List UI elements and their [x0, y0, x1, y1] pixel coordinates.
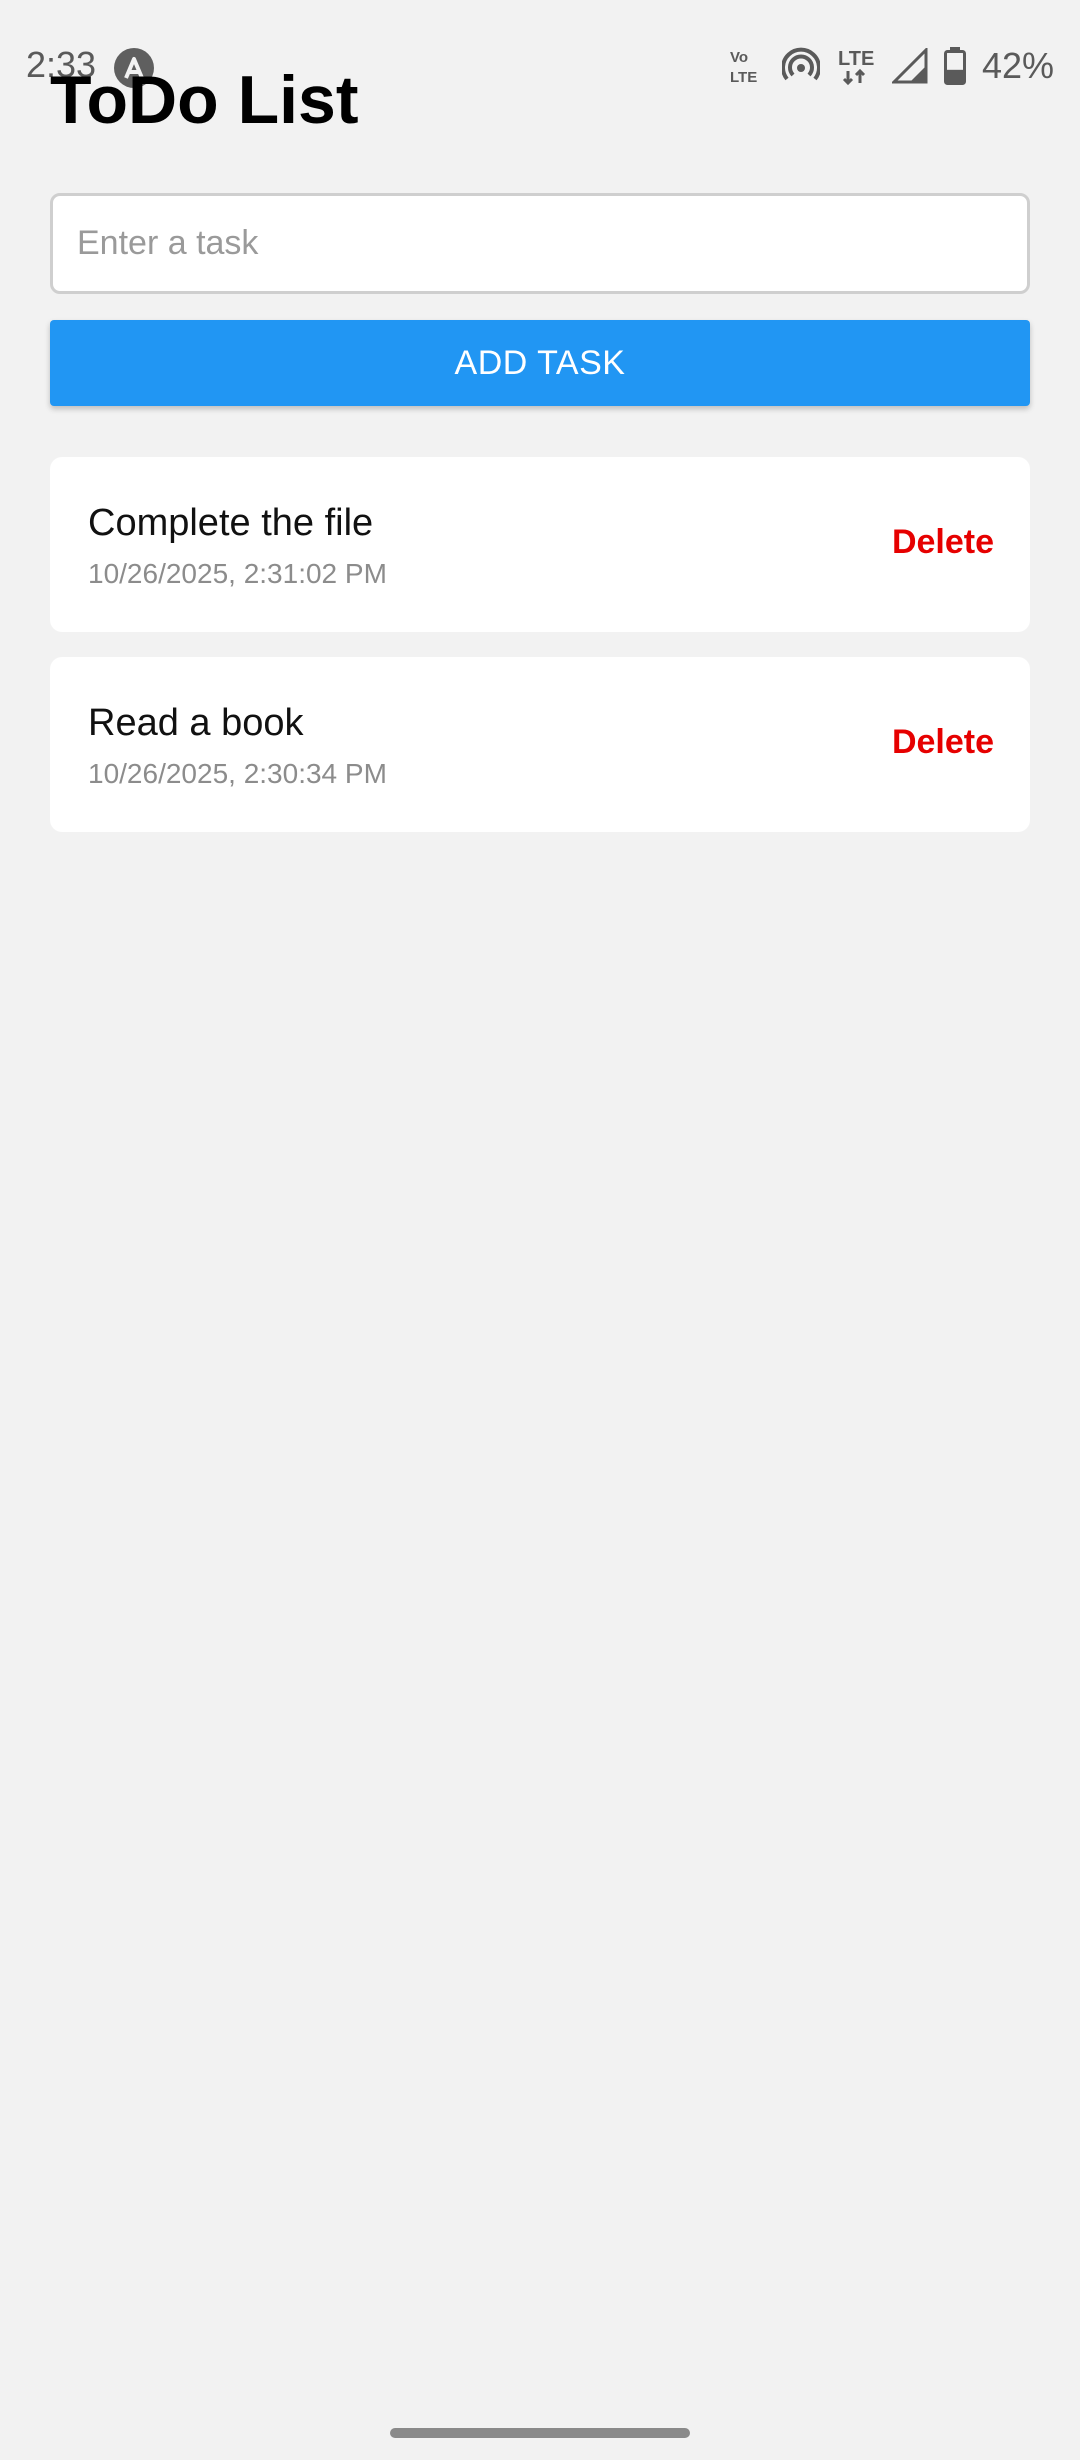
- hotspot-icon: [781, 47, 820, 85]
- task-title: Complete the file: [88, 502, 374, 544]
- task-item: Complete the file 10/26/2025, 2:31:02 PM…: [50, 457, 1030, 632]
- battery-icon: [943, 47, 966, 85]
- page-title: ToDo List: [50, 62, 359, 138]
- task-title: Read a book: [88, 702, 304, 744]
- svg-text:LTE: LTE: [730, 69, 757, 86]
- add-task-button[interactable]: ADD TASK: [50, 320, 1030, 406]
- task-input[interactable]: [50, 193, 1030, 294]
- delete-button[interactable]: Delete: [892, 523, 994, 562]
- task-date: 10/26/2025, 2:31:02 PM: [88, 558, 387, 589]
- status-icons: Vo LTE LTE 42%: [728, 44, 1054, 88]
- task-date: 10/26/2025, 2:30:34 PM: [88, 758, 387, 789]
- task-list: Complete the file 10/26/2025, 2:31:02 PM…: [50, 457, 1030, 857]
- svg-text:Vo: Vo: [730, 49, 748, 66]
- task-item: Read a book 10/26/2025, 2:30:34 PM Delet…: [50, 657, 1030, 832]
- delete-button[interactable]: Delete: [892, 723, 994, 762]
- svg-text:LTE: LTE: [838, 48, 874, 70]
- home-indicator[interactable]: [390, 2428, 690, 2438]
- lte-icon: LTE: [836, 45, 876, 87]
- battery-percent: 42%: [981, 45, 1054, 86]
- volte-icon: Vo LTE: [728, 46, 766, 86]
- signal-icon: [891, 48, 928, 84]
